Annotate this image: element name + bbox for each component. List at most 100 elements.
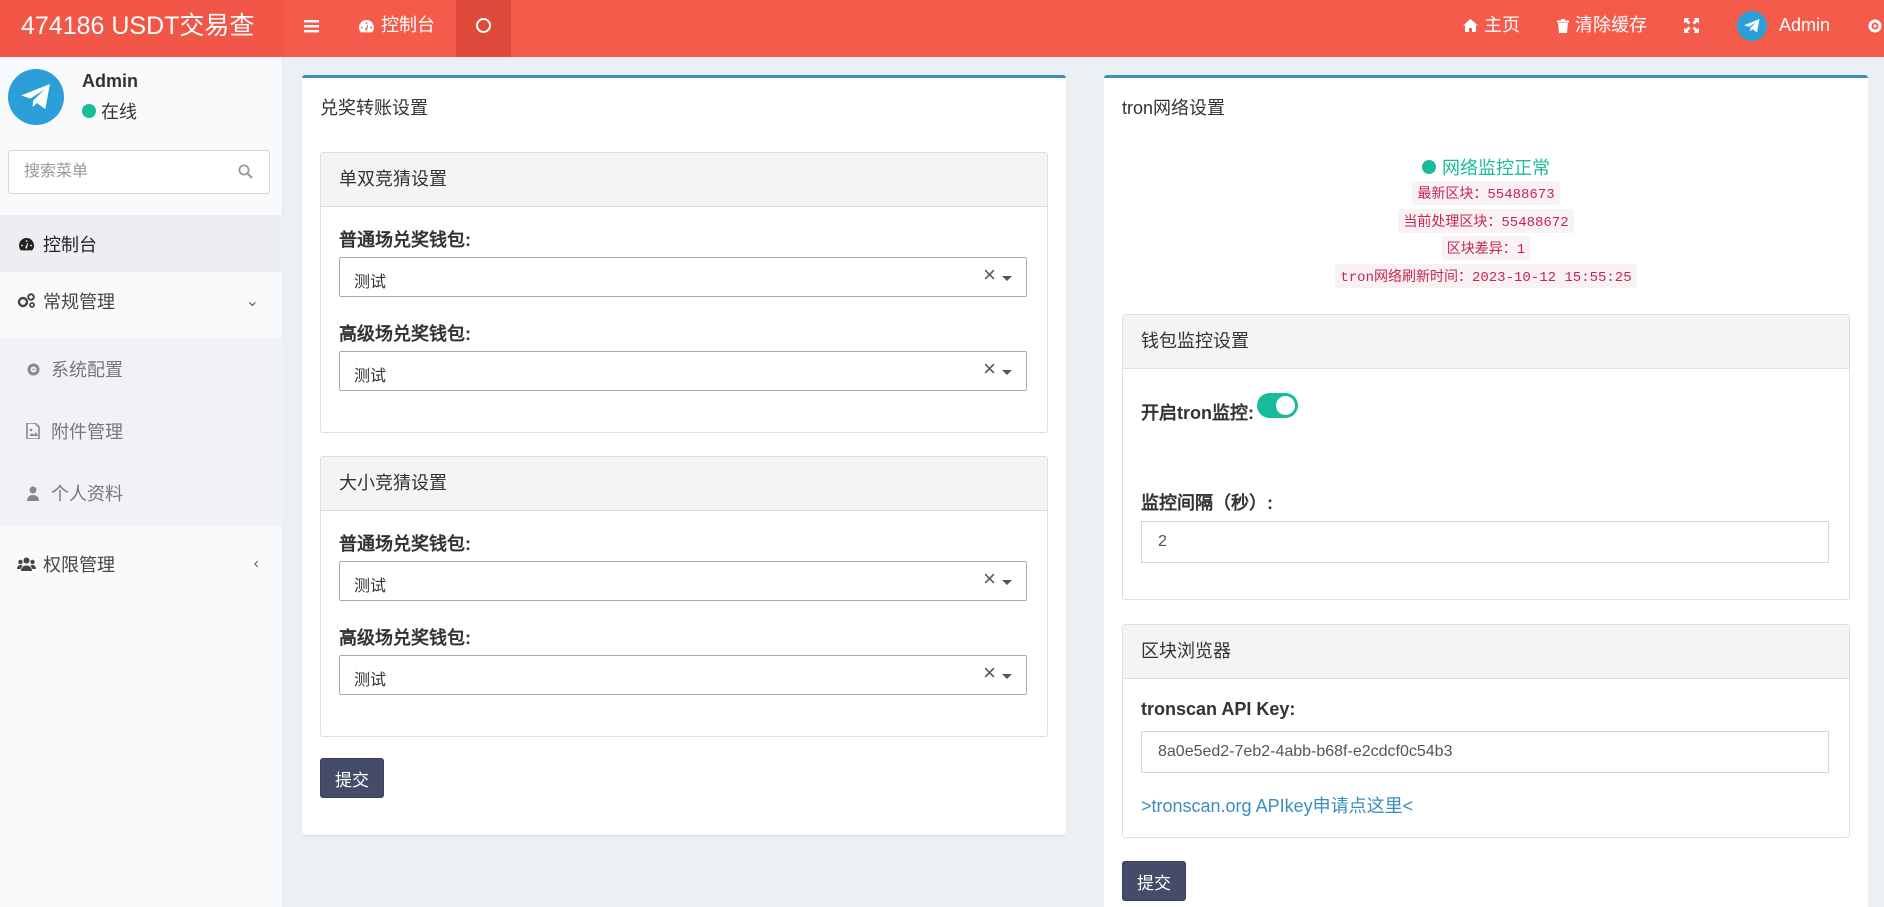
sidebar-user-name: Admin: [82, 71, 138, 91]
advanced-wallet-select[interactable]: 测试 ×: [339, 655, 1027, 695]
field-label: 普通场兑奖钱包:: [339, 230, 471, 250]
normal-wallet-select[interactable]: 测试 ×: [339, 257, 1027, 297]
tron-monitor-toggle[interactable]: [1257, 393, 1298, 418]
menu-search: [8, 150, 270, 194]
home-link[interactable]: 主页: [1463, 0, 1520, 57]
advanced-wallet-select[interactable]: 测试 ×: [339, 351, 1027, 391]
prize-transfer-panel: 兑奖转账设置 单双竞猜设置 普通场兑奖钱包: 测试 × 高级场兑奖钱包: 测试 …: [302, 75, 1066, 835]
telegram-icon: [21, 84, 50, 110]
search-icon[interactable]: [238, 164, 253, 179]
field-label: 高级场兑奖钱包:: [339, 324, 471, 344]
fullscreen-button[interactable]: [1684, 0, 1699, 57]
status-text: 网络监控正常: [1442, 158, 1550, 178]
latest-block: 最新区块：55488673: [1104, 181, 1868, 205]
box-title: 大小竞猜设置: [321, 457, 1047, 511]
sidebar-item-label: 常规管理: [43, 291, 115, 312]
latest-block-text: 最新区块：55488673: [1412, 181, 1560, 205]
nav-refresh-tab[interactable]: [456, 0, 511, 57]
settings-button[interactable]: [1866, 0, 1884, 57]
menu-search-input[interactable]: [9, 151, 209, 193]
menu-icon: [304, 19, 319, 32]
block-explorer-box: 区块浏览器 tronscan API Key: 8a0e5ed2-7eb2-4a…: [1122, 624, 1850, 838]
nav-dashboard-tab[interactable]: 控制台: [358, 0, 435, 57]
api-key-input[interactable]: 8a0e5ed2-7eb2-4abb-b68f-e2cdcf0c54b3: [1141, 731, 1829, 773]
clear-icon[interactable]: ×: [983, 262, 996, 288]
wallet-monitor-box: 钱包监控设置 开启tron监控: 监控间隔（秒）: 2: [1122, 314, 1850, 600]
odd-even-settings-box: 单双竞猜设置 普通场兑奖钱包: 测试 × 高级场兑奖钱包: 测试 ×: [320, 152, 1048, 433]
submit-button[interactable]: 提交: [320, 758, 384, 798]
user-status-label: 在线: [101, 102, 137, 122]
image-file-icon: [24, 423, 42, 439]
select-value: 测试: [354, 672, 387, 689]
clear-icon[interactable]: ×: [983, 566, 996, 592]
big-small-settings-box: 大小竞猜设置 普通场兑奖钱包: 测试 × 高级场兑奖钱包: 测试 ×: [320, 456, 1048, 737]
status-ok: 网络监控正常: [1104, 154, 1868, 180]
clear-cache-button[interactable]: 清除缓存: [1557, 0, 1647, 57]
sidebar-item-dashboard[interactable]: 控制台: [0, 215, 283, 272]
caret-down-icon: [1002, 674, 1012, 679]
field-label: tronscan API Key:: [1141, 699, 1296, 719]
panel-title: tron网络设置: [1122, 98, 1226, 118]
current-block: 当前处理区块：55488672: [1104, 209, 1868, 233]
caret-down-icon: [1002, 276, 1012, 281]
tron-network-panel: tron网络设置 网络监控正常 最新区块：55488673 当前处理区块：554…: [1104, 75, 1868, 907]
expand-icon: [1684, 18, 1699, 33]
sidebar-item-label: 系统配置: [51, 360, 123, 380]
clear-icon[interactable]: ×: [983, 660, 996, 686]
sidebar-item-permissions[interactable]: 权限管理 ‹: [0, 535, 283, 592]
caret-down-icon: [1002, 580, 1012, 585]
clear-cache-label: 清除缓存: [1575, 15, 1647, 35]
sidebar: Admin 在线 控制台 常规管理 ⌄ 系统配置: [0, 57, 283, 907]
sidebar-item-profile[interactable]: 个人资料: [0, 462, 283, 524]
top-navbar: 474186 USDT交易查 控制台 主页 清除缓存 Admin: [0, 0, 1884, 57]
cogs-icon: [16, 293, 36, 308]
caret-down-icon: [1002, 370, 1012, 375]
normal-wallet-select[interactable]: 测试 ×: [339, 561, 1027, 601]
box-title: 钱包监控设置: [1123, 315, 1849, 369]
chevron-left-icon: ‹: [253, 554, 259, 572]
field-label: 普通场兑奖钱包:: [339, 534, 471, 554]
block-diff: 区块差异：1: [1104, 236, 1868, 260]
chevron-down-icon: ⌄: [245, 292, 259, 310]
box-title: 区块浏览器: [1123, 625, 1849, 679]
sidebar-submenu: 系统配置 附件管理 个人资料: [0, 338, 283, 526]
sidebar-item-general[interactable]: 常规管理 ⌄: [0, 272, 283, 329]
user-avatar: [8, 69, 64, 125]
toggle-label: 开启tron监控:: [1141, 403, 1254, 423]
telegram-icon: [1744, 18, 1760, 32]
home-icon: [1463, 19, 1478, 32]
user-name: Admin: [1779, 15, 1831, 35]
clear-icon[interactable]: ×: [983, 356, 996, 382]
apikey-apply-link[interactable]: >tronscan.org APIkey申请点这里<: [1141, 792, 1413, 818]
current-block-text: 当前处理区块：55488672: [1398, 209, 1574, 233]
sidebar-item-system-config[interactable]: 系统配置: [0, 338, 283, 400]
sidebar-toggle-button[interactable]: [304, 0, 319, 57]
dashboard-icon: [16, 237, 36, 251]
user-icon: [24, 486, 42, 501]
interval-input[interactable]: 2: [1141, 521, 1829, 563]
sidebar-item-attachments[interactable]: 附件管理: [0, 400, 283, 462]
sidebar-item-label: 控制台: [43, 234, 97, 255]
sidebar-item-label: 个人资料: [51, 484, 123, 504]
submit-button[interactable]: 提交: [1122, 861, 1186, 901]
select-value: 测试: [354, 368, 387, 385]
block-diff-text: 区块差异：1: [1441, 236, 1531, 260]
trash-icon: [1557, 18, 1569, 33]
status-dot-icon: [1422, 160, 1436, 174]
field-label: 监控间隔（秒）:: [1141, 493, 1273, 513]
box-title: 单双竞猜设置: [321, 153, 1047, 207]
select-value: 测试: [354, 578, 387, 595]
user-status: 在线: [82, 98, 137, 124]
circle-icon: [476, 18, 491, 33]
nav-dashboard-label: 控制台: [381, 15, 435, 35]
refresh-time: tron网络刷新时间：2023-10-12 15:55:25: [1104, 264, 1868, 288]
avatar: [1737, 10, 1767, 41]
gears-icon: [1868, 19, 1882, 32]
app-logo[interactable]: 474186 USDT交易查: [0, 0, 283, 57]
dashboard-icon: [359, 19, 374, 32]
field-label: 高级场兑奖钱包:: [339, 628, 471, 648]
gear-icon: [24, 362, 42, 377]
home-label: 主页: [1484, 15, 1520, 35]
refresh-time-text: tron网络刷新时间：2023-10-12 15:55:25: [1335, 264, 1637, 288]
user-menu[interactable]: Admin: [1737, 0, 1830, 57]
